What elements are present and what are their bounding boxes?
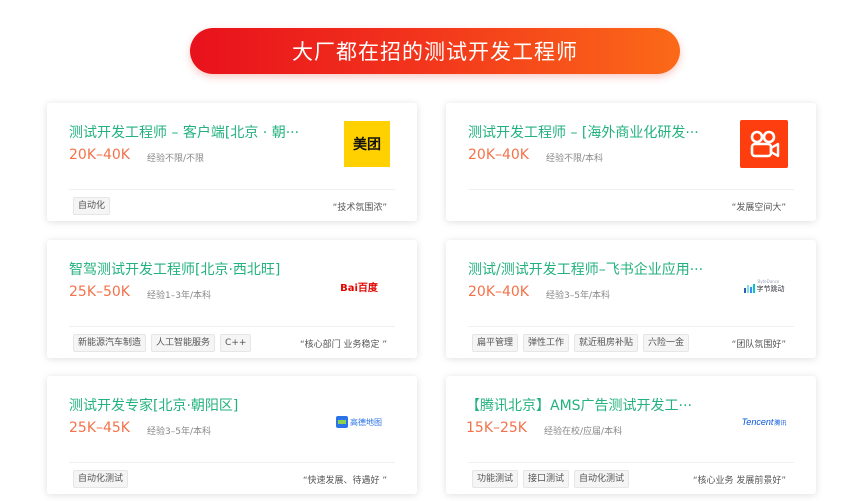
tag: 自动化测试	[574, 470, 630, 488]
tag: 功能测试	[472, 470, 519, 488]
tag: C++	[220, 334, 252, 352]
divider	[69, 462, 395, 463]
job-title[interactable]: 【腾讯北京】AMS广告测试开发工···	[466, 395, 726, 415]
banner-title: 大厂都在招的测试开发工程师	[292, 40, 578, 64]
tag: 自动化测试	[73, 470, 129, 488]
highlight-quote: “团队氛围好”	[731, 340, 786, 350]
job-card-gaode[interactable]: 测试开发专家[北京·朝阳区] 25K–45K 经验3–5年/本科 高德地图 自动…	[47, 376, 417, 494]
job-title[interactable]: 测试开发工程师 – 客户端[北京 · 朝···	[69, 122, 329, 142]
salary: 25K–50K	[69, 284, 130, 300]
divider	[468, 189, 794, 190]
job-title[interactable]: 智驾测试开发工程师[北京·西北旺]	[69, 259, 329, 279]
requirements: 经验在校/应届/本科	[544, 427, 623, 437]
bytedance-bars-icon	[743, 284, 755, 293]
tag: 自动化	[73, 197, 111, 215]
job-card-kuaishou[interactable]: 测试开发工程师 – [海外商业化研发··· 20K–40K 经验不限/本科 “发…	[446, 103, 816, 221]
baidu-logo: Bai百度	[335, 262, 383, 310]
highlight-quote: “快速发展、待遇好 ”	[302, 476, 387, 486]
meituan-logo: 美团	[343, 120, 391, 168]
requirements: 经验1–3年/本科	[147, 291, 211, 301]
job-title[interactable]: 测试开发专家[北京·朝阳区]	[69, 395, 329, 415]
highlight-quote: “技术氛围浓”	[332, 203, 387, 213]
salary: 20K–40K	[468, 284, 529, 300]
company-name: 美团	[353, 137, 381, 153]
tag: 弹性工作	[523, 334, 570, 352]
tag-list: 功能测试 接口测试 自动化测试	[472, 470, 630, 488]
header-banner: 大厂都在招的测试开发工程师	[190, 28, 680, 74]
job-card-bytedance[interactable]: 测试/测试开发工程师–飞书企业应用··· 20K–40K 经验3–5年/本科 B…	[446, 240, 816, 358]
job-title[interactable]: 测试/测试开发工程师–飞书企业应用···	[468, 259, 728, 279]
divider	[69, 326, 395, 327]
tag: 人工智能服务	[151, 334, 216, 352]
salary: 20K–40K	[69, 147, 130, 163]
tag-list: 自动化测试	[73, 470, 129, 488]
divider	[69, 189, 395, 190]
job-title[interactable]: 测试开发工程师 – [海外商业化研发···	[468, 122, 728, 142]
tag-list: 扁平管理 弹性工作 就近租房补贴 六险一金	[472, 334, 690, 352]
salary: 20K–40K	[468, 147, 529, 163]
gaode-map-icon	[336, 416, 348, 428]
tag: 六险一金	[643, 334, 690, 352]
tag: 就近租房补贴	[574, 334, 639, 352]
requirements: 经验不限/不限	[147, 154, 205, 164]
highlight-quote: “核心部门 业务稳定 ”	[299, 340, 387, 350]
tencent-logo: Tencent 腾讯	[736, 398, 792, 446]
kuaishou-logo	[740, 120, 788, 168]
divider	[468, 326, 794, 327]
company-name: 字节跳动	[756, 284, 785, 293]
requirements: 经验3–5年/本科	[147, 427, 211, 437]
highlight-quote: “核心业务 发展前景好”	[692, 476, 786, 486]
bytedance-logo: ByteDance 字节跳动	[740, 262, 788, 310]
tag-list: 自动化	[73, 197, 111, 215]
company-name: Bai百度	[340, 282, 378, 294]
kuaishou-camera-icon	[750, 130, 780, 158]
requirements: 经验3–5年/本科	[546, 291, 610, 301]
job-card-baidu[interactable]: 智驾测试开发工程师[北京·西北旺] 25K–50K 经验1–3年/本科 Bai百…	[47, 240, 417, 358]
company-name: 高德地图	[350, 417, 382, 427]
requirements: 经验不限/本科	[546, 154, 604, 164]
tag: 新能源汽车制造	[73, 334, 147, 352]
company-name-en: Tencent	[741, 417, 774, 427]
divider	[468, 462, 794, 463]
job-card-tencent[interactable]: 【腾讯北京】AMS广告测试开发工··· 15K–25K 经验在校/应届/本科 T…	[446, 376, 816, 494]
job-card-meituan[interactable]: 测试开发工程师 – 客户端[北京 · 朝··· 20K–40K 经验不限/不限 …	[47, 103, 417, 221]
salary: 15K–25K	[466, 420, 527, 436]
gaode-map-logo: 高德地图	[335, 398, 383, 446]
tag: 扁平管理	[472, 334, 519, 352]
salary: 25K–45K	[69, 420, 130, 436]
tag-list: 新能源汽车制造 人工智能服务 C++	[73, 334, 252, 352]
company-name: 腾讯	[774, 419, 787, 427]
tag: 接口测试	[523, 470, 570, 488]
highlight-quote: “发展空间大”	[731, 203, 786, 213]
